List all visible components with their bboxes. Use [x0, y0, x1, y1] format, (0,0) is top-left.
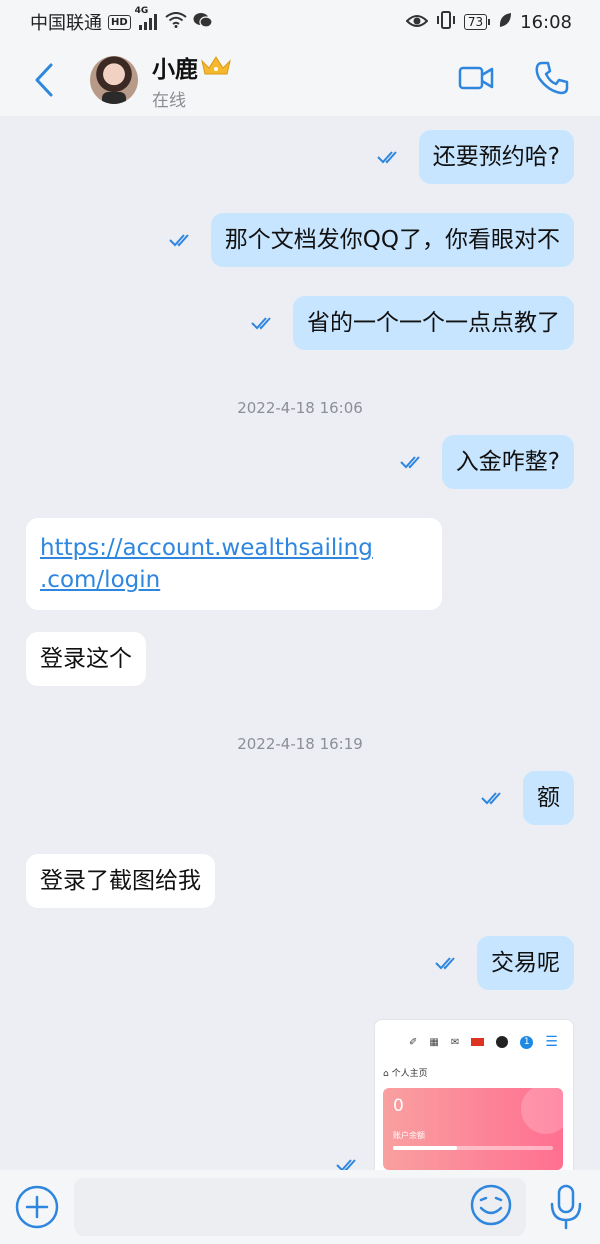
battery-icon: 73 [463, 14, 491, 30]
message-row-incoming: 登录这个 [26, 632, 146, 686]
battery-level: 73 [463, 14, 488, 30]
thumb-toolbar: ✐ ▦ ✉ 1 ☰ [375, 1020, 573, 1050]
video-call-icon [458, 66, 494, 90]
grid-icon: ▦ [429, 1036, 439, 1048]
double-check-icon [251, 317, 271, 330]
balance-progress [393, 1146, 553, 1150]
notification-count: 1 [520, 1035, 534, 1049]
message-bubble[interactable]: 交易呢 [477, 936, 574, 990]
message-row-outgoing: 还要预约哈? [377, 130, 574, 184]
message-bubble-link: https://account.wealthsailing .com/login [26, 518, 442, 610]
message-row-outgoing: 那个文档发你QQ了，你看眼对不 [169, 213, 574, 267]
balance-value: 0 [393, 1096, 404, 1116]
double-check-icon [400, 456, 420, 469]
emoji-button[interactable] [470, 1184, 512, 1230]
message-list[interactable]: 还要预约哈? 那个文档发你QQ了，你看眼对不 省的一个一个一点点教了 2022-… [0, 116, 600, 1170]
message-row-outgoing: 额 [481, 771, 574, 825]
network-type: 4G [134, 6, 149, 16]
message-row-incoming: 登录了截图给我 [26, 854, 215, 908]
wechat-icon [193, 12, 213, 33]
message-bubble[interactable]: 登录了截图给我 [26, 854, 215, 908]
attach-button[interactable] [14, 1184, 60, 1230]
mail-icon: ✉ [450, 1036, 460, 1048]
user-icon [496, 1036, 509, 1048]
phone-icon [535, 61, 569, 95]
thumb-breadcrumb: ⌂ 个人主页 [375, 1050, 573, 1079]
message-row-outgoing: 入金咋整? [400, 435, 574, 489]
message-row-incoming: https://account.wealthsailing .com/login [26, 518, 442, 610]
balance-progress-fill [393, 1146, 457, 1150]
video-call-button[interactable] [458, 65, 494, 95]
link-text-line2[interactable]: .com/login [40, 564, 428, 596]
composer-bar [0, 1170, 600, 1244]
message-bubble[interactable]: 登录这个 [26, 632, 146, 686]
presence-status: 在线 [152, 90, 186, 111]
message-input[interactable] [74, 1178, 526, 1236]
eye-icon [405, 12, 429, 33]
link-text-line1[interactable]: https://account.wealthsailing [40, 532, 428, 564]
message-row-outgoing: 省的一个一个一点点教了 [251, 296, 574, 350]
microphone-icon [550, 1184, 582, 1230]
chat-header: 小鹿 在线 [0, 44, 600, 116]
message-bubble[interactable]: 入金咋整? [441, 435, 574, 489]
status-bar: 中国联通 HD 4G 73 16:08 [0, 0, 600, 44]
message-bubble[interactable]: 省的一个一个一点点教了 [293, 296, 574, 350]
message-bubble[interactable]: 还要预约哈? [418, 130, 574, 184]
back-button[interactable] [24, 60, 64, 100]
double-check-icon [169, 234, 189, 247]
message-row-outgoing: 交易呢 [435, 936, 574, 990]
double-check-icon [481, 792, 501, 805]
back-arrow-icon [35, 63, 53, 97]
voice-input-button[interactable] [546, 1182, 586, 1232]
crown-icon [200, 54, 232, 80]
timestamp: 2022-4-18 16:19 [237, 735, 363, 753]
message-bubble[interactable]: 额 [523, 771, 574, 825]
menu-icon: ☰ [545, 1034, 558, 1050]
clock-time: 16:08 [520, 11, 572, 33]
double-check-icon [336, 1159, 356, 1170]
balance-label: 账户余额 [393, 1131, 425, 1140]
vibrate-icon [436, 10, 456, 34]
plus-icon [15, 1185, 59, 1229]
image-message[interactable]: ✐ ▦ ✉ 1 ☰ ⌂ 个人主页 0 账户余额 [374, 1019, 574, 1170]
signal-icon: 4G [135, 6, 159, 30]
contact-name: 小鹿 [152, 56, 198, 83]
leaf-icon [498, 12, 512, 33]
home-icon: ⌂ [383, 1069, 389, 1079]
timestamp: 2022-4-18 16:06 [237, 399, 363, 417]
hd-badge: HD [108, 14, 131, 30]
avatar[interactable] [90, 56, 138, 104]
pin-icon: ✐ [409, 1036, 418, 1048]
wifi-icon [165, 11, 187, 33]
double-check-icon [435, 957, 455, 970]
carrier-label: 中国联通 [30, 13, 102, 34]
voice-call-button[interactable] [534, 60, 570, 100]
balance-card: 0 账户余额 [383, 1088, 563, 1170]
thumb-breadcrumb-label: 个人主页 [391, 1069, 428, 1079]
contact-info[interactable]: 小鹿 在线 [152, 50, 232, 111]
emoji-icon [470, 1184, 512, 1226]
flag-icon [471, 1038, 485, 1046]
message-bubble[interactable]: 那个文档发你QQ了，你看眼对不 [210, 213, 574, 267]
double-check-icon [377, 151, 397, 164]
